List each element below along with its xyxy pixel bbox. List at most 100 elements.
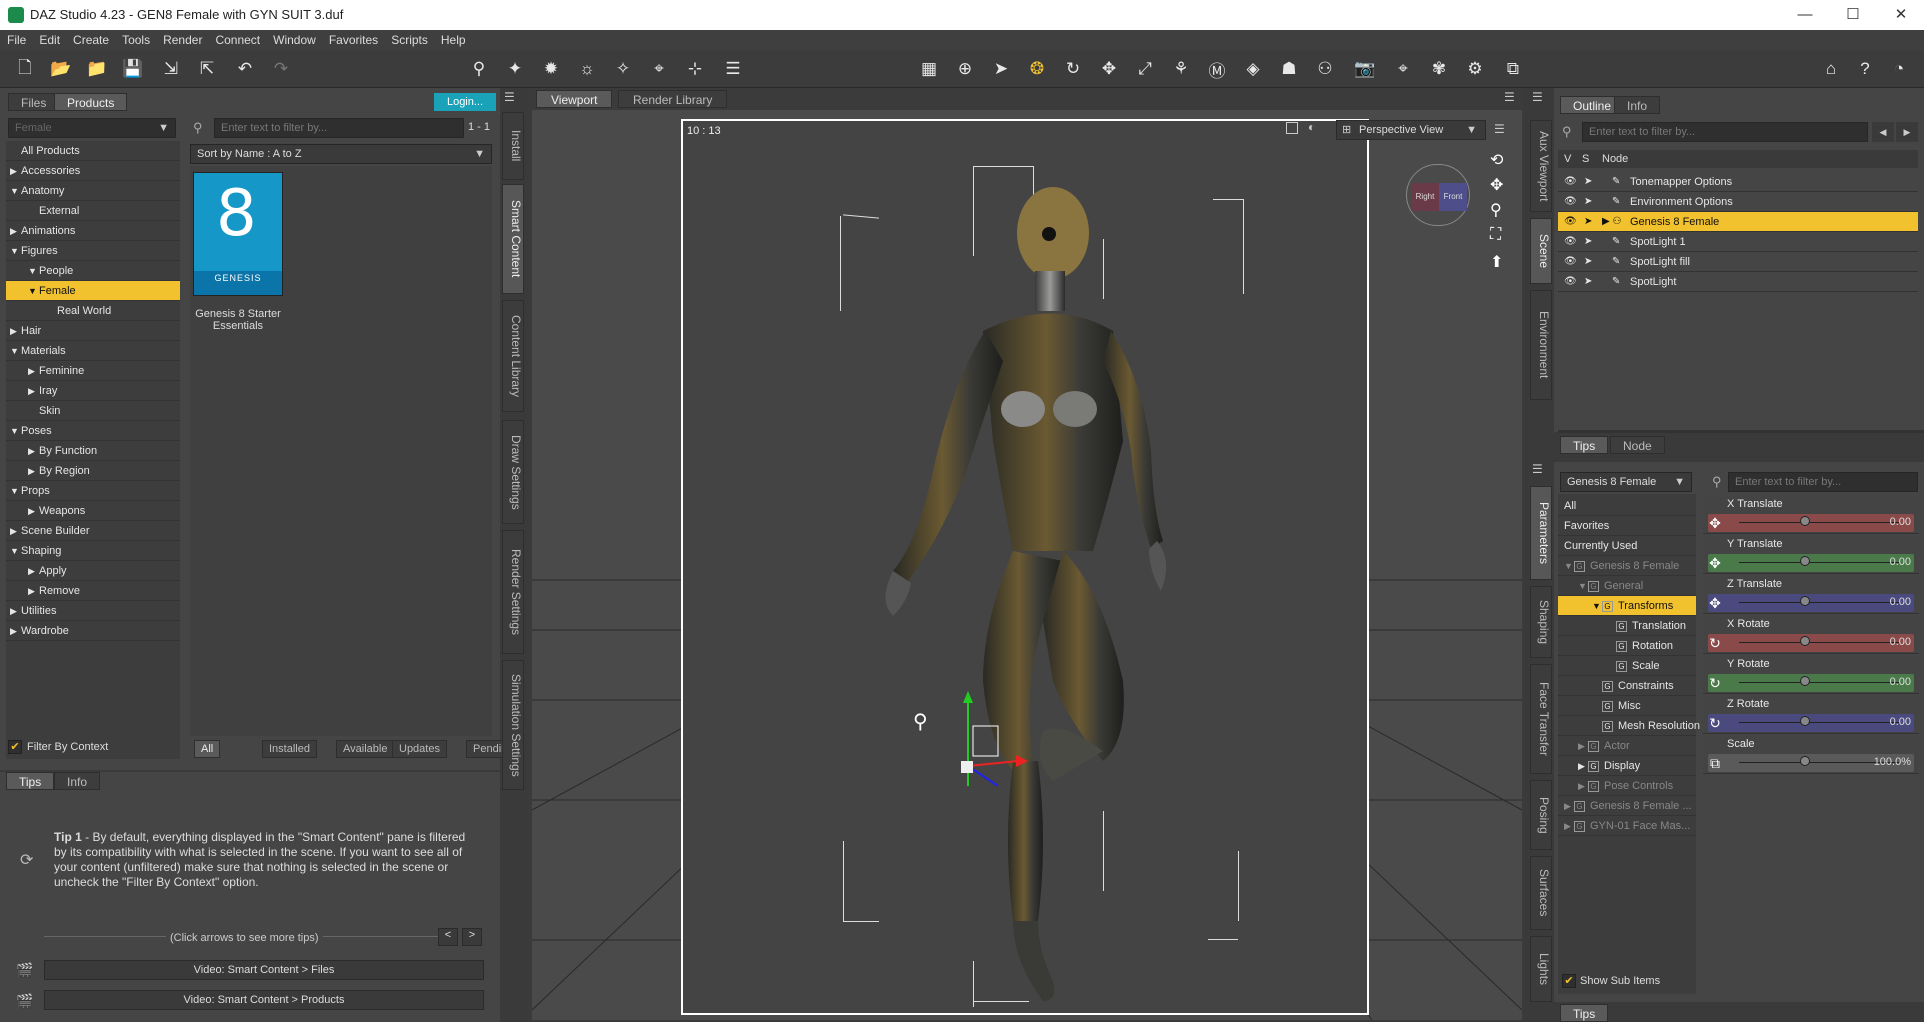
slider-knob[interactable] (1800, 716, 1810, 726)
param-value[interactable]: 0.00 (1890, 516, 1911, 528)
pan-icon[interactable]: ✥ (1490, 175, 1503, 195)
eye-icon[interactable]: 👁 (1564, 172, 1577, 192)
vtab-render-settings[interactable]: Render Settings (502, 530, 524, 654)
param-group-item[interactable]: G Misc (1558, 696, 1696, 716)
filter-next-icon[interactable]: ▶ (1896, 122, 1918, 142)
node-select[interactable]: Genesis 8 Female ▼ (1560, 472, 1692, 492)
category-item[interactable]: ▶ Wardrobe (6, 621, 180, 641)
redo-icon[interactable]: ↷ (268, 56, 294, 82)
close-button[interactable]: ✕ (1878, 0, 1924, 30)
menu-connect[interactable]: Connect (208, 30, 266, 47)
vtab-face-transfer[interactable]: Face Transfer (1530, 664, 1552, 774)
category-item[interactable]: ▶ Apply (6, 561, 180, 581)
scene-filter-input[interactable]: Enter text to filter by... (1582, 122, 1868, 142)
zoom-icon[interactable]: ⚲ (1490, 200, 1502, 220)
navigate-icon[interactable]: ⊕ (952, 56, 978, 82)
tab-param-tips[interactable]: Tips (1560, 1004, 1609, 1022)
viewport-menu-icon[interactable]: ☰ (1504, 90, 1515, 104)
category-item[interactable]: External (6, 201, 180, 221)
category-item[interactable]: ▼ Female (6, 281, 180, 301)
menu-tools[interactable]: Tools (115, 30, 156, 47)
vtab-posing[interactable]: Posing (1530, 780, 1552, 850)
param-slider-y-rotate[interactable]: Y Rotate ↻ 0.00 (1703, 656, 1919, 694)
vtab-lights[interactable]: Lights (1530, 936, 1552, 1002)
node-tool-icon[interactable]: ⌖ (646, 56, 672, 82)
expand-arrow-icon[interactable]: ▶ (10, 621, 18, 641)
category-item[interactable]: ▶ Iray (6, 381, 180, 401)
figure-pose-icon[interactable]: ⚇ (1312, 56, 1338, 82)
expand-arrow-icon[interactable]: ▶ (1564, 816, 1574, 836)
param-slider-x-translate[interactable]: X Translate ✥ 0.00 (1703, 496, 1919, 534)
vtab-parameters[interactable]: Parameters (1530, 486, 1552, 580)
vtab-draw-settings[interactable]: Draw Settings (502, 420, 524, 524)
category-item[interactable]: ▶ Weapons (6, 501, 180, 521)
expand-arrow-icon[interactable]: ▶ (1578, 776, 1588, 796)
tab-viewport[interactable]: Viewport (536, 90, 613, 108)
vtab-install[interactable]: Install (502, 112, 524, 180)
pointlight-icon[interactable]: ✹ (538, 56, 564, 82)
filter-context-checkbox[interactable]: ✔ (8, 740, 22, 754)
outline-node[interactable]: 👁 ➤ ✎ Environment Options (1558, 192, 1918, 212)
tab-scene-node[interactable]: Node (1610, 436, 1665, 454)
render-icon[interactable]: 📷 (1352, 56, 1378, 82)
scale-tool-icon[interactable]: ⤢ (1132, 56, 1158, 82)
vtab-scene[interactable]: Scene (1530, 218, 1552, 284)
render-camera-icon[interactable]: ⧉ (1500, 56, 1526, 82)
slider-track[interactable] (1708, 594, 1914, 612)
select-arrow-icon[interactable]: ➤ (1584, 272, 1592, 292)
param-group-item[interactable]: ▼ G General (1558, 576, 1696, 596)
menu-scripts[interactable]: Scripts (384, 30, 434, 47)
category-item[interactable]: ▶ Utilities (6, 601, 180, 621)
param-value[interactable]: 0.00 (1890, 676, 1911, 688)
param-group-item[interactable]: G Rotation (1558, 636, 1696, 656)
linear-light-icon[interactable]: ✧ (610, 56, 636, 82)
expand-arrow-icon[interactable]: ▼ (1564, 556, 1574, 576)
category-item[interactable]: Skin (6, 401, 180, 421)
view-select[interactable]: ⊞ Perspective View ▼ (1336, 120, 1486, 140)
joint-editor-icon[interactable]: ⚘ (1168, 56, 1194, 82)
vtab-environment[interactable]: Environment (1530, 290, 1552, 400)
expand-arrow-icon[interactable]: ▼ (10, 541, 19, 561)
new-scene-icon[interactable]: 🗋 (12, 56, 38, 82)
param-group-item[interactable]: G Scale (1558, 656, 1696, 676)
outline-node[interactable]: 👁 ➤ ✎ Tonemapper Options (1558, 172, 1918, 192)
scene-camera-icon[interactable]: ⚲ (466, 56, 492, 82)
expand-arrow-icon[interactable]: ▶ (28, 381, 36, 401)
param-slider-y-translate[interactable]: Y Translate ✥ 0.00 (1703, 536, 1919, 574)
expand-arrow-icon[interactable]: ▶ (10, 321, 18, 341)
tab-info[interactable]: Info (54, 772, 101, 790)
geometry-editor-icon[interactable]: ☗ (1276, 56, 1302, 82)
menu-help[interactable]: Help (434, 30, 472, 47)
expand-arrow-icon[interactable]: ▶ (28, 581, 36, 601)
view-cube-front[interactable]: Front (1439, 183, 1467, 211)
param-value[interactable]: 0.00 (1890, 596, 1911, 608)
merge-icon[interactable]: 📁 (84, 56, 110, 82)
transform-gizmo[interactable] (943, 691, 1033, 801)
iray-icon[interactable]: ⚙ (1462, 56, 1488, 82)
expand-arrow-icon[interactable]: ▶ (10, 601, 18, 621)
prev-tip-button[interactable]: < (438, 928, 458, 946)
col-visible[interactable]: V (1564, 150, 1571, 168)
product-thumbnail[interactable]: 8 GENESIS (193, 172, 283, 296)
vtab-smart-content[interactable]: Smart Content (502, 184, 524, 294)
select-arrow-icon[interactable]: ➤ (1584, 232, 1592, 252)
col-node[interactable]: Node (1602, 150, 1628, 168)
video-files-button[interactable]: Video: Smart Content > Files (44, 960, 484, 980)
select-arrow-icon[interactable]: ➤ (1584, 172, 1592, 192)
universal-tool-icon[interactable]: ❂ (1024, 56, 1050, 82)
slider-knob[interactable] (1800, 516, 1810, 526)
vtab-surfaces[interactable]: Surfaces (1530, 856, 1552, 930)
menu-window[interactable]: Window (266, 30, 322, 47)
category-item[interactable]: ▶ Hair (6, 321, 180, 341)
outline-node[interactable]: 👁 ➤ ✎ SpotLight (1558, 272, 1918, 292)
expand-arrow-icon[interactable]: ▶ (28, 441, 36, 461)
undo-icon[interactable]: ↶ (232, 56, 258, 82)
video-products-button[interactable]: Video: Smart Content > Products (44, 990, 484, 1010)
draw-style-icon[interactable]: ◐ (1308, 120, 1315, 134)
expand-arrow-icon[interactable]: ▼ (10, 241, 19, 261)
reset-view-icon[interactable]: ⬆ (1490, 252, 1503, 272)
grid-icon[interactable]: ▦ (916, 56, 942, 82)
filter-tab-all[interactable]: All (194, 740, 221, 758)
translate-tool-icon[interactable]: ✥ (1096, 56, 1122, 82)
expand-arrow-icon[interactable]: ▶ (28, 501, 36, 521)
